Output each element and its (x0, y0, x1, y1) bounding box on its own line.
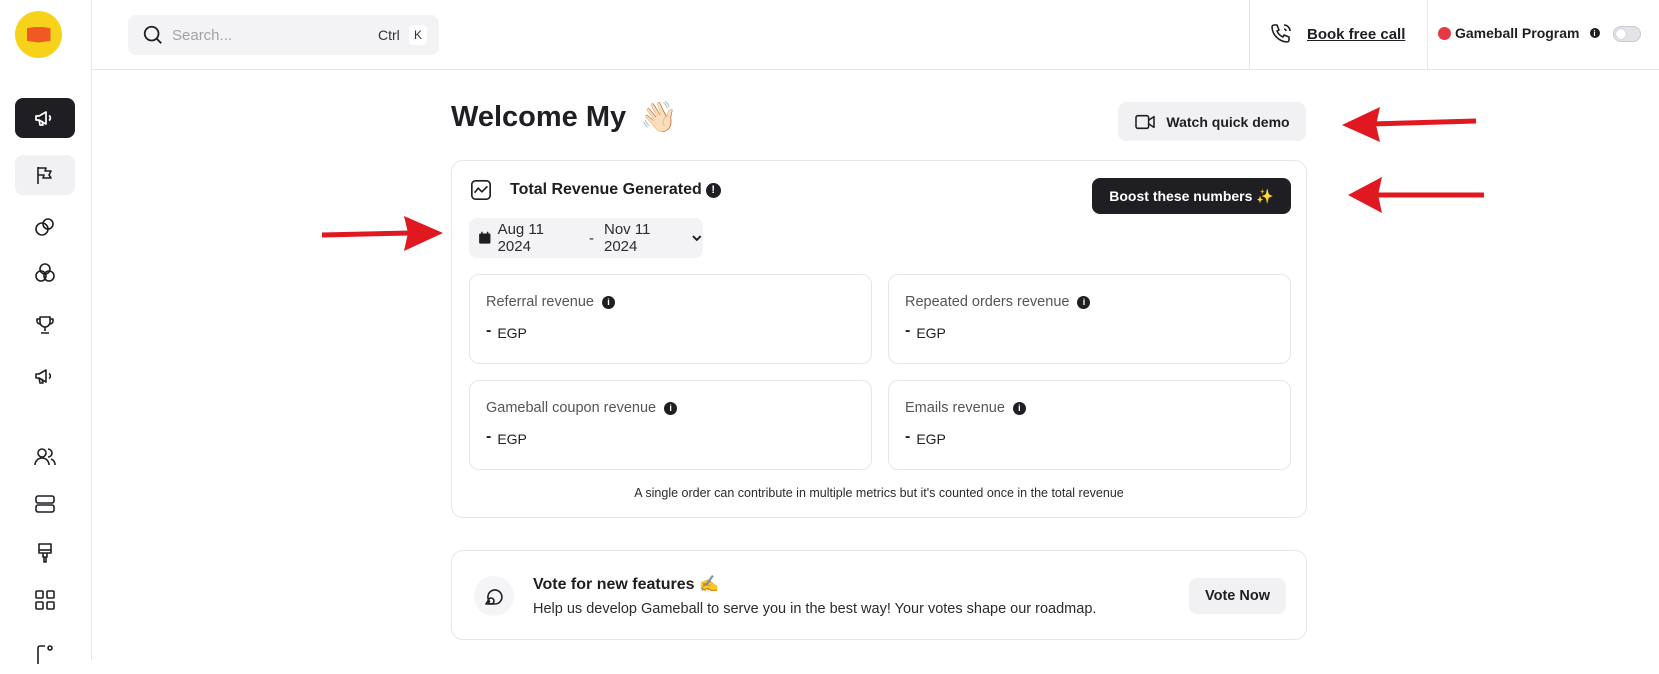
toggle-knob (1616, 29, 1626, 39)
megaphone-icon (35, 111, 52, 126)
revenue-header: Total Revenue Generated ! (470, 179, 721, 201)
metric-label-text: Emails revenue (905, 400, 1005, 416)
date-to: Nov 11 2024 (603, 221, 651, 255)
metric-amount: - (486, 322, 492, 339)
metric-label-text: Gameball coupon revenue (486, 400, 657, 416)
metric-amount: - (486, 428, 492, 445)
circles-icon (35, 218, 54, 236)
search-bar[interactable]: Search... Ctrl K (128, 15, 439, 55)
search-icon (143, 25, 162, 44)
metric-card-coupon: Gameball coupon revenue i - EGP (469, 380, 872, 470)
info-icon[interactable]: i (664, 401, 678, 415)
shortcut-key: K (409, 25, 428, 45)
info-icon[interactable]: i (1077, 295, 1091, 309)
page-title: Welcome My 👋🏻 (451, 100, 678, 135)
revenue-card: Total Revenue Generated ! Boost these nu… (451, 160, 1307, 518)
metric-value: - EGP (486, 428, 527, 449)
megaphone-outline-icon (35, 369, 52, 384)
revenue-title: Total Revenue Generated (510, 181, 702, 198)
server-icon (35, 495, 55, 513)
sidebar-item-integrations[interactable] (15, 634, 75, 674)
trophy-icon (36, 316, 54, 334)
divider (1427, 0, 1428, 70)
metric-card-emails: Emails revenue i - EGP (888, 380, 1291, 470)
watch-demo-label: Watch quick demo (1166, 113, 1290, 130)
metric-label: Gameball coupon revenue i (486, 400, 678, 416)
three-circles-icon (35, 263, 55, 282)
metric-value: - EGP (486, 322, 527, 343)
program-label: Gameball Program (1455, 25, 1580, 41)
status-dot (1438, 26, 1451, 40)
sidebar-item-data[interactable] (15, 484, 75, 524)
date-from: Aug 11 2024 (497, 221, 545, 255)
sidebar (0, 0, 92, 664)
chart-line-icon (471, 180, 491, 200)
metric-label-text: Referral revenue (486, 294, 594, 310)
metric-value: - EGP (905, 322, 946, 343)
date-separator: - (588, 229, 594, 247)
info-icon[interactable]: i (602, 295, 615, 309)
sidebar-item-apps[interactable] (15, 580, 75, 620)
sidebar-item-notifications[interactable] (15, 356, 75, 396)
program-status: Gameball Program i (1438, 25, 1600, 41)
wave-emoji: 👋🏻 (640, 101, 678, 134)
info-icon[interactable]: i (1589, 28, 1600, 38)
info-icon[interactable]: ! (705, 182, 721, 198)
red-arrow-icon (1342, 107, 1477, 142)
metric-card-referral: Referral revenue i - EGP (469, 274, 872, 364)
vote-icon-wrap (474, 576, 514, 616)
sidebar-item-customers[interactable] (15, 437, 75, 477)
metric-currency: EGP (497, 325, 527, 341)
users-icon (34, 448, 56, 466)
chevron-down-icon (692, 235, 702, 242)
metric-label: Repeated orders revenue i (905, 294, 1091, 310)
boost-numbers-button[interactable]: Boost these numbers ✨ (1092, 178, 1291, 214)
metric-value: - EGP (905, 428, 946, 449)
flag-logo-mark (26, 26, 51, 43)
vote-card: Vote for new features ✍️ Help us develop… (451, 550, 1307, 640)
chat-bubble-icon (485, 589, 503, 605)
book-free-call-link[interactable]: Book free call (1307, 26, 1405, 43)
watch-demo-button[interactable]: Watch quick demo (1118, 102, 1306, 141)
metric-currency: EGP (916, 325, 946, 341)
search-placeholder: Search... (172, 26, 233, 44)
red-arrow-icon (1348, 177, 1484, 213)
book-call-link[interactable]: Book free call (1269, 22, 1405, 46)
top-bar: Search... Ctrl K Book free call Gameball… (92, 0, 1659, 70)
metric-label-text: Repeated orders revenue (905, 294, 1070, 310)
info-icon[interactable]: i (1012, 401, 1026, 415)
metric-currency: EGP (497, 431, 527, 447)
vote-now-button[interactable]: Vote Now (1189, 578, 1286, 614)
red-arrow-icon (321, 216, 443, 251)
sidebar-item-branding[interactable] (15, 533, 75, 573)
integration-icon (37, 645, 53, 664)
metric-amount: - (905, 322, 911, 339)
apps-grid-icon (35, 590, 55, 610)
divider (1249, 0, 1250, 70)
flags-icon (37, 167, 52, 184)
sidebar-item-campaigns[interactable] (15, 98, 75, 138)
vote-title: Vote for new features ✍️ (533, 576, 719, 593)
metric-card-repeated-orders: Repeated orders revenue i - EGP (888, 274, 1291, 364)
revenue-footnote: A single order can contribute in multipl… (634, 486, 1124, 500)
metric-label: Referral revenue i (486, 294, 615, 310)
sidebar-item-loyalty[interactable] (15, 207, 75, 247)
shortcut-ctrl: Ctrl (378, 27, 400, 43)
sidebar-item-segments[interactable] (15, 253, 75, 293)
gameball-logo[interactable] (15, 11, 62, 58)
sidebar-item-achievements[interactable] (15, 305, 75, 345)
phone-call-icon (1271, 24, 1291, 43)
welcome-text: Welcome My (451, 101, 627, 133)
sidebar-item-programs[interactable] (15, 155, 75, 195)
metric-currency: EGP (916, 431, 946, 447)
video-camera-icon (1135, 114, 1156, 129)
program-toggle[interactable] (1613, 26, 1641, 42)
metric-label: Emails revenue i (905, 400, 1026, 416)
date-range-picker[interactable]: Aug 11 2024 - Nov 11 2024 (469, 218, 703, 258)
calendar-icon (479, 231, 491, 244)
brush-icon (38, 543, 52, 563)
metric-amount: - (905, 428, 911, 445)
vote-description: Help us develop Gameball to serve you in… (533, 601, 1097, 617)
